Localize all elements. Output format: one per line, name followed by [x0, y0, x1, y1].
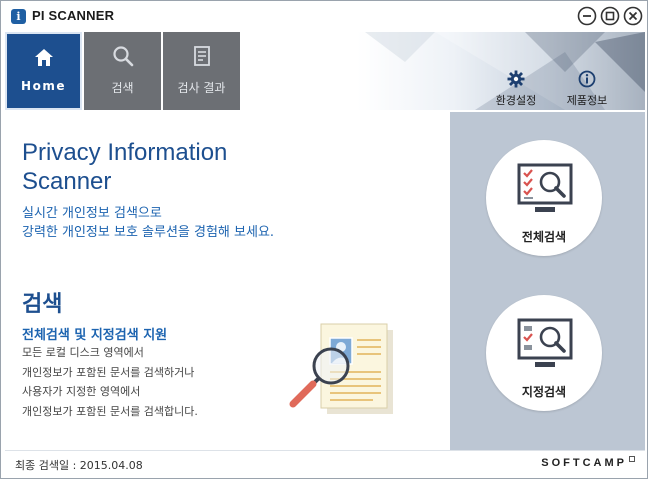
search-icon [112, 46, 133, 67]
maximize-button[interactable] [600, 6, 620, 26]
settings-label: 환경설정 [495, 94, 537, 107]
document-search-illustration [289, 323, 393, 414]
info-icon [578, 70, 596, 88]
product-info-label: 제품정보 [566, 94, 608, 107]
intro-panel: Privacy Information Scanner 실시간 개인정보 검색으… [5, 112, 450, 450]
document-icon [193, 46, 210, 66]
title-bar: i PI SCANNER [1, 1, 647, 32]
tab-search[interactable]: 검색 [84, 32, 161, 110]
section-subtitle: 전체검색 및 지정검색 지원 [22, 328, 168, 343]
tab-search-label: 검색 [111, 81, 134, 95]
full-scan-icon [517, 163, 573, 212]
hero-title-line1: Privacy Information [22, 139, 228, 166]
partial-scan-icon [517, 318, 573, 367]
description-line: 개인정보가 포함된 문서를 검색합니다. [22, 404, 198, 418]
full-scan-button[interactable]: 전체검색 [486, 140, 602, 256]
description-line: 사용자가 지정한 영역에서 [22, 385, 141, 398]
app-window: i PI SCANNER Home 검색 검사 결과 환경설정 제품정보 Pri… [0, 0, 648, 479]
product-info-button[interactable]: 제품정보 [559, 70, 615, 108]
app-icon: i [11, 9, 26, 24]
header-bar: Home 검색 검사 결과 환경설정 제품정보 [5, 32, 645, 110]
section-description: 모든 로컬 디스크 영역에서 개인정보가 포함된 문서를 검색하거나 사용자가 … [22, 343, 198, 421]
brand-logo: SOFTCAMP [541, 457, 627, 469]
tab-home-label: Home [21, 79, 66, 93]
full-scan-label: 전체검색 [521, 230, 567, 244]
partial-scan-button[interactable]: 지정검색 [486, 295, 602, 411]
gear-icon [507, 70, 525, 88]
hero-subtitle-line2: 강력한 개인정보 보호 솔루션을 경험해 보세요. [22, 225, 275, 240]
minimize-button[interactable] [577, 6, 597, 26]
section-title: 검색 [22, 292, 63, 317]
last-scan-date: 최종 검색일 : 2015.04.08 [15, 459, 143, 472]
close-button[interactable] [623, 6, 643, 26]
tab-home[interactable]: Home [5, 32, 82, 110]
hero-subtitle-line1: 실시간 개인정보 검색으로 [22, 206, 162, 221]
hero-title-line2: Scanner [22, 168, 112, 195]
tab-results[interactable]: 검사 결과 [163, 32, 240, 110]
partial-scan-label: 지정검색 [521, 385, 567, 399]
settings-button[interactable]: 환경설정 [491, 70, 541, 108]
hero-title: Privacy Information Scanner [22, 138, 322, 196]
description-line: 모든 로컬 디스크 영역에서 [22, 346, 144, 359]
home-icon [34, 49, 53, 66]
brand-mark-icon [629, 456, 635, 462]
description-line: 개인정보가 포함된 문서를 검색하거나 [22, 365, 195, 379]
tab-results-label: 검사 결과 [177, 81, 226, 95]
hero-subtitle: 실시간 개인정보 검색으로 강력한 개인정보 보호 솔루션을 경험해 보세요. [22, 204, 274, 242]
window-title: PI SCANNER [32, 8, 115, 23]
status-bar: 최종 검색일 : 2015.04.08 SOFTCAMP [5, 450, 645, 476]
